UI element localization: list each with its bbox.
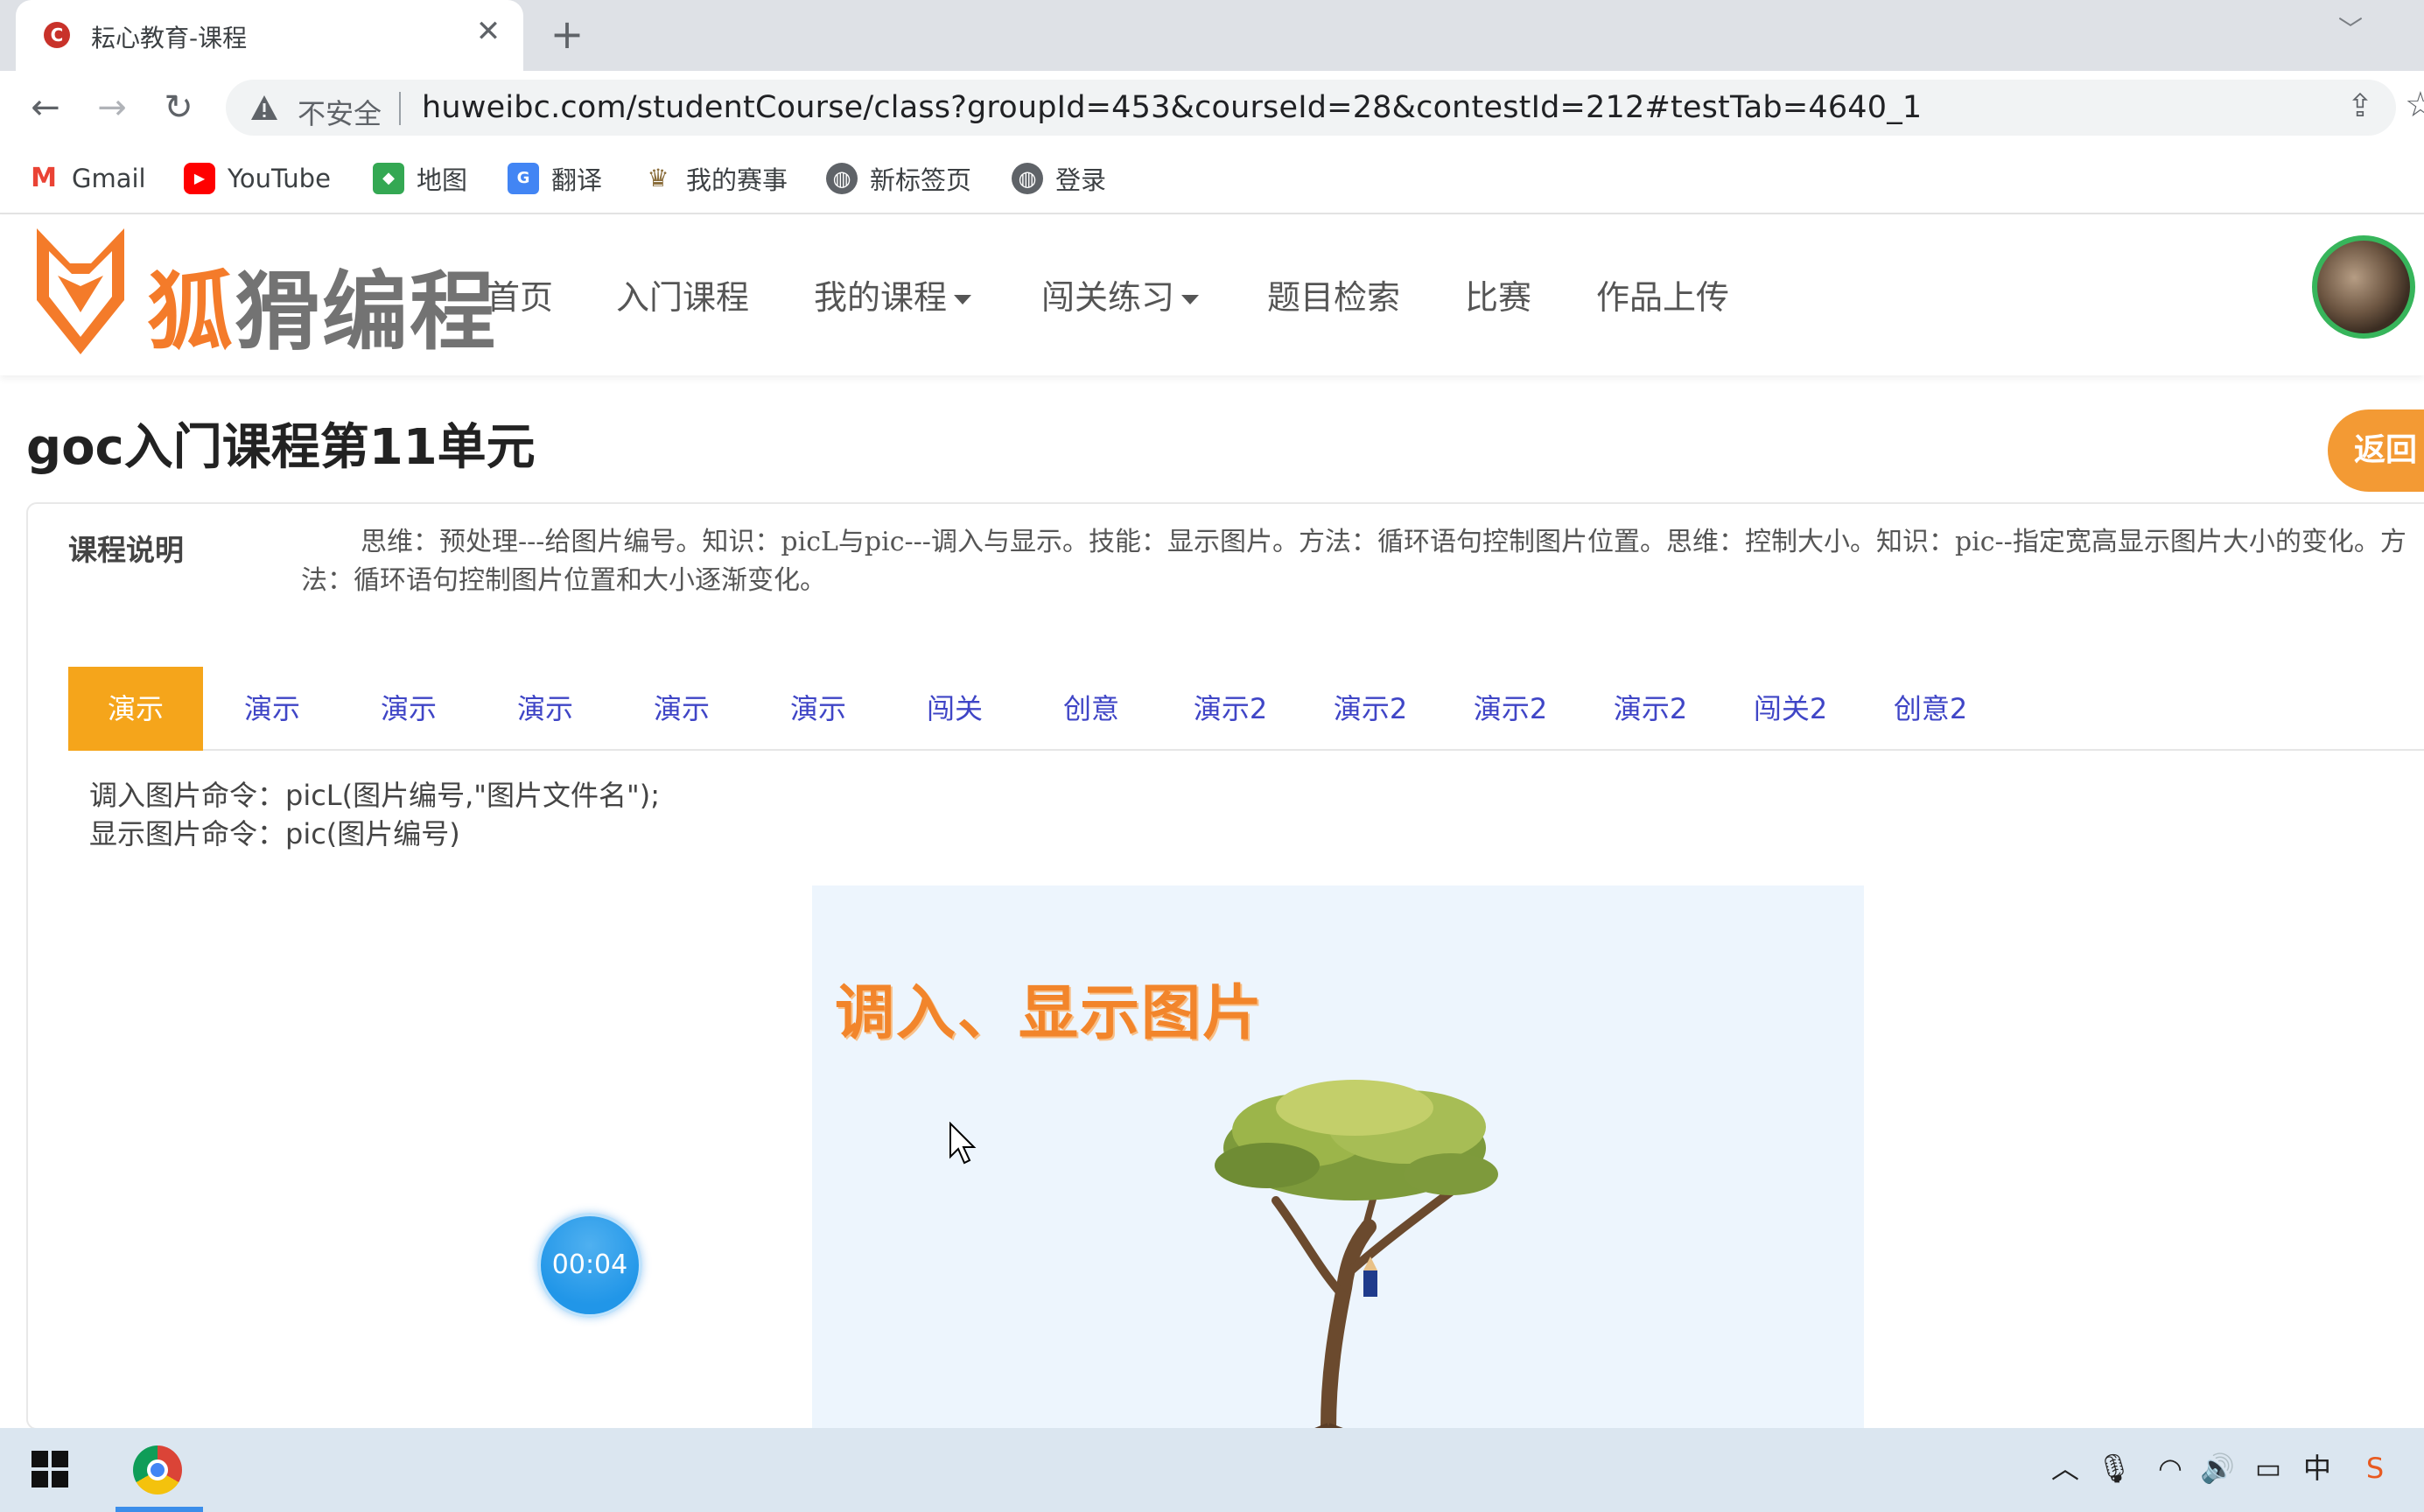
bookmark-maps[interactable]: ◆ 地图: [373, 158, 467, 199]
site-header: 狐猾编程 首页 入门课程 我的课程 闯关练习 题目检索 比赛 作品上传: [0, 216, 2424, 375]
globe-icon: ◍: [1012, 163, 1043, 194]
youtube-icon: ▶: [184, 163, 215, 194]
globe-icon: ◍: [826, 163, 858, 194]
tab-creative[interactable]: 创意: [1024, 667, 1159, 751]
caret-down-icon: [1181, 295, 1200, 304]
nav-problem-search[interactable]: 题目检索: [1267, 270, 1400, 318]
microphone-icon[interactable]: 🎙: [2095, 1449, 2133, 1488]
nav-intro-course[interactable]: 入门课程: [616, 270, 749, 318]
course-card: 课程说明 思维：预处理---给图片编号。知识：picL与pic---调入与显示。…: [26, 502, 2424, 1430]
tab-demo-6[interactable]: 演示: [751, 667, 886, 751]
bookmark-label: 翻译: [551, 165, 603, 195]
bookmark-label: 登录: [1055, 165, 1107, 195]
tab-demo2-1[interactable]: 演示2: [1160, 667, 1300, 751]
gmail-icon: M: [28, 163, 60, 194]
new-tab-button[interactable]: +: [548, 12, 586, 56]
tree-image: [1215, 1080, 1498, 1428]
ime-indicator[interactable]: 中: [2298, 1449, 2336, 1488]
tab-creative2[interactable]: 创意2: [1860, 667, 2000, 751]
chrome-taskbar-icon[interactable]: [133, 1446, 182, 1494]
browser-tab[interactable]: C 耘心教育-课程 ✕: [16, 0, 523, 71]
favicon-icon: C: [44, 22, 70, 48]
sogou-input-icon[interactable]: S: [2356, 1449, 2394, 1488]
mouse-cursor-icon: [949, 1122, 977, 1165]
tab-demo2-3[interactable]: 演示2: [1440, 667, 1580, 751]
volume-icon[interactable]: 🔊: [2198, 1449, 2237, 1488]
url-text[interactable]: huweibc.com/studentCourse/class?groupId=…: [422, 90, 1922, 125]
return-button[interactable]: 返回: [2328, 410, 2424, 492]
forward-button[interactable]: →: [88, 83, 137, 132]
warning-icon[interactable]: [250, 94, 278, 122]
maps-icon: ◆: [373, 163, 404, 194]
nav-challenge-practice[interactable]: 闯关练习: [1041, 270, 1200, 318]
recording-timer[interactable]: 00:04: [537, 1213, 642, 1318]
address-bar[interactable]: 不安全 huweibc.com/studentCourse/class?grou…: [226, 80, 2424, 136]
omnibox-separator: [399, 92, 401, 125]
course-description-text: 思维：预处理---给图片编号。知识：picL与pic---调入与显示。技能：显示…: [301, 527, 2406, 596]
browser-tabstrip: C 耘心教育-课程 ✕ + ﹀: [0, 0, 2424, 71]
site-logo-text[interactable]: 狐猾编程: [147, 242, 497, 367]
tray-chevron-up-icon[interactable]: ︿: [2046, 1449, 2084, 1488]
command-load-picture: 调入图片命令：picL(图片编号,"图片文件名");: [89, 779, 660, 812]
tab-demo-3[interactable]: 演示: [341, 667, 476, 751]
reload-button[interactable]: ↻: [154, 83, 203, 132]
command-show-picture: 显示图片命令：pic(图片编号): [89, 817, 460, 850]
security-label[interactable]: 不安全: [298, 92, 382, 132]
tab-demo-4[interactable]: 演示: [478, 667, 613, 751]
logo-text-highlight: 狐: [147, 262, 235, 362]
bookmark-gmail[interactable]: M Gmail: [28, 158, 146, 199]
browser-toolbar: ← → ↻ 不安全 huweibc.com/studentCourse/clas…: [0, 71, 2424, 144]
bookmark-login[interactable]: ◍ 登录: [1012, 158, 1106, 199]
tab-search-chevron-icon[interactable]: ﹀: [2333, 10, 2368, 46]
windows-start-icon[interactable]: [32, 1451, 68, 1488]
tab-challenge[interactable]: 闯关: [887, 667, 1022, 751]
back-button[interactable]: ←: [21, 83, 70, 132]
bookmark-new-tab[interactable]: ◍ 新标签页: [826, 158, 971, 199]
nav-my-course[interactable]: 我的课程: [814, 270, 972, 318]
trophy-icon: ♛: [642, 163, 674, 194]
tab-demo-1[interactable]: 演示: [68, 667, 203, 751]
bookmarks-bar: M Gmail ▶ YouTube ◆ 地图 G 翻译 ♛ 我的赛事 ◍ 新标签…: [0, 144, 2424, 214]
tab-demo2-2[interactable]: 演示2: [1300, 667, 1440, 751]
fox-logo-icon[interactable]: [32, 225, 130, 358]
share-icon[interactable]: ⇪: [2340, 88, 2380, 129]
translate-icon: G: [508, 163, 539, 194]
logo-text-rest: 猾编程: [235, 262, 498, 362]
bookmark-my-events[interactable]: ♛ 我的赛事: [642, 158, 788, 199]
user-avatar[interactable]: [2312, 235, 2415, 339]
nav-contest[interactable]: 比赛: [1465, 270, 1531, 318]
course-description-label: 课程说明: [68, 533, 184, 567]
tab-challenge2[interactable]: 闯关2: [1720, 667, 1860, 751]
video-title: 调入、显示图片: [835, 979, 1265, 1048]
tab-title: 耘心教育-课程: [91, 24, 248, 52]
tab-demo-5[interactable]: 演示: [614, 667, 749, 751]
nav-challenge-label: 闯关练习: [1041, 278, 1175, 317]
bookmark-youtube[interactable]: ▶ YouTube: [184, 158, 331, 199]
windows-taskbar: ︿ 🎙 ◠ 🔊 ▭ 中 S: [0, 1428, 2424, 1512]
bookmark-label: 新标签页: [870, 165, 972, 195]
bookmark-star-icon[interactable]: ☆: [2405, 85, 2424, 125]
tab-demo2-4[interactable]: 演示2: [1580, 667, 1720, 751]
battery-icon[interactable]: ▭: [2249, 1449, 2287, 1488]
bookmark-label: 地图: [417, 165, 468, 195]
lesson-tabs: 演示 演示 演示 演示 演示 演示 闯关 创意 演示2 演示2 演示2 演示2 …: [68, 667, 2424, 751]
active-app-indicator: [116, 1507, 203, 1512]
bookmark-label: Gmail: [72, 164, 146, 193]
caret-down-icon: [954, 295, 972, 304]
close-tab-icon[interactable]: ✕: [471, 14, 506, 49]
nav-home[interactable]: 首页: [487, 270, 553, 318]
bookmark-translate[interactable]: G 翻译: [508, 158, 602, 199]
page-title: goc入门课程第11单元: [26, 419, 536, 476]
bookmark-label: 我的赛事: [686, 165, 788, 195]
nav-my-course-label: 我的课程: [814, 278, 948, 317]
bookmark-label: YouTube: [228, 164, 331, 193]
wifi-icon[interactable]: ◠: [2151, 1449, 2189, 1488]
tab-demo-2[interactable]: 演示: [205, 667, 340, 751]
nav-upload-work[interactable]: 作品上传: [1596, 270, 1729, 318]
